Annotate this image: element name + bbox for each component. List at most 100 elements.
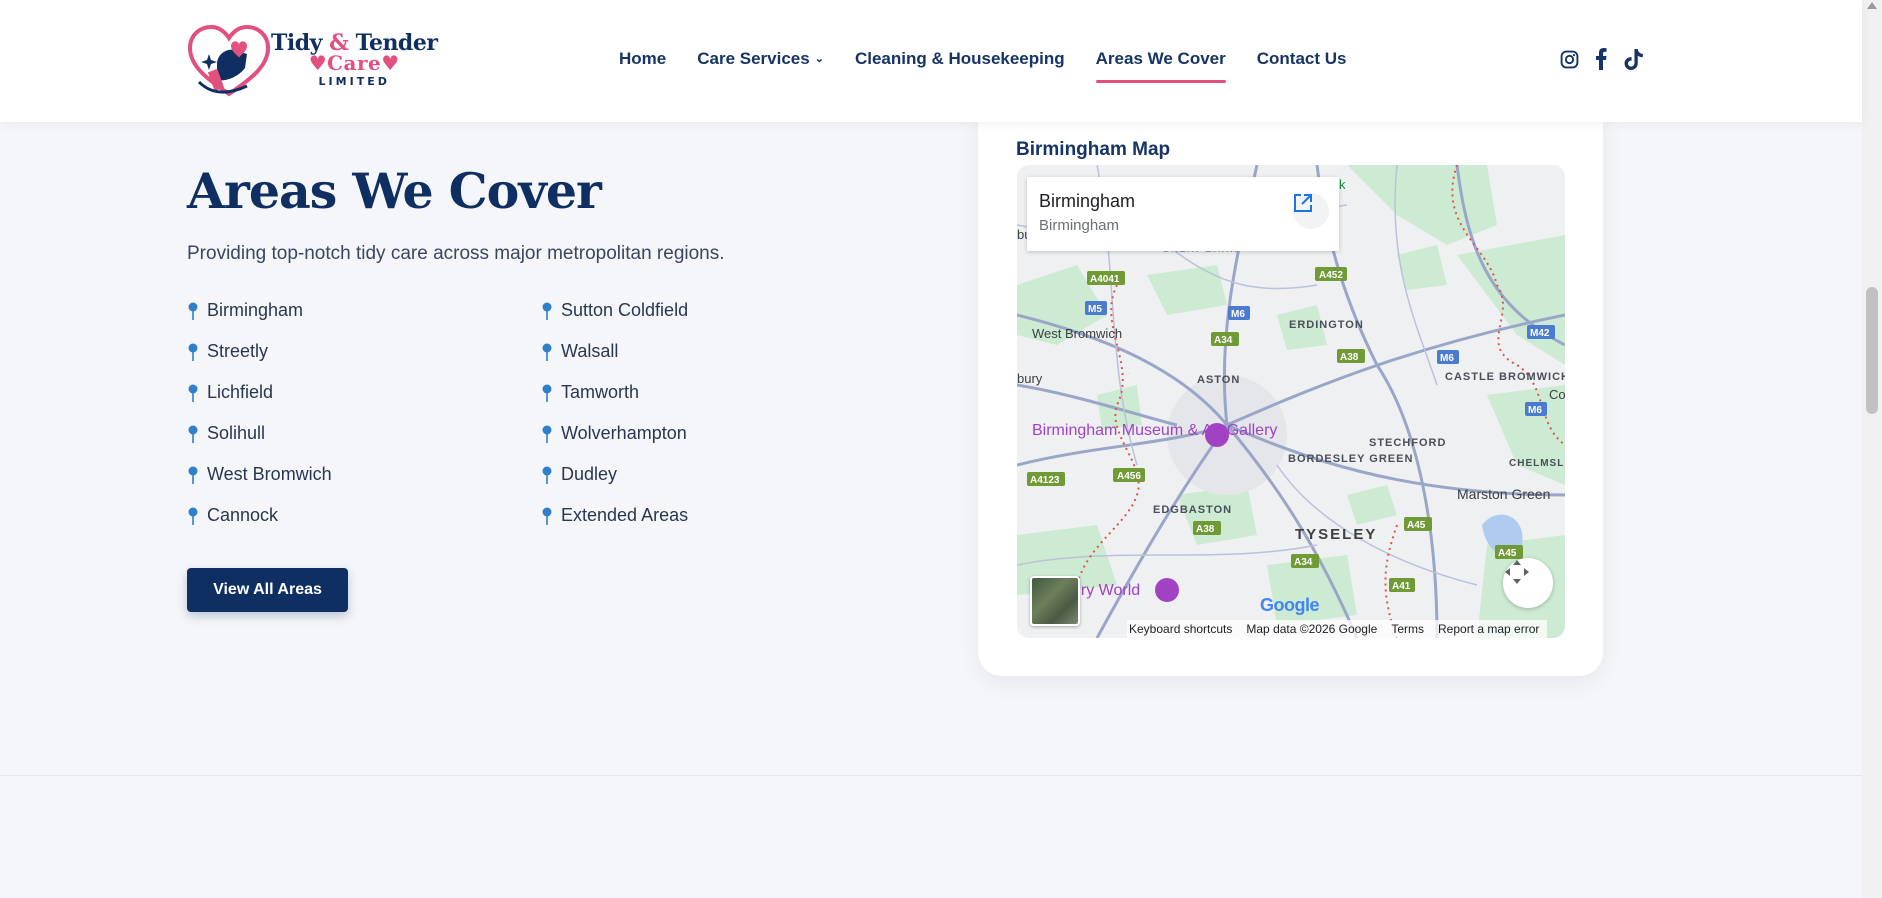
map-label-aston: ASTON [1197,374,1240,386]
section-divider [0,775,1862,776]
heart-hand-logo-icon [187,24,271,97]
map-place-card: Birmingham Birmingham [1027,177,1339,251]
chevron-down-icon: ⌄ [814,53,824,65]
area-item: West Bromwich [187,464,541,485]
area-name: West Bromwich [207,464,332,484]
map-label-marston: Marston Green [1457,486,1550,502]
road-m42: M42 [1530,328,1550,339]
map-label: Birmingham Map [1016,139,1171,160]
area-item: Wolverhampton [541,423,741,444]
area-name: Birmingham [207,300,304,320]
areas-list: Birmingham Sutton Coldfield Streetly Wal… [187,300,747,526]
place-subtitle: Birmingham [1039,217,1120,234]
map-pin-icon [542,466,552,484]
map-poi-museum: Birmingham Museum & Art Gallery [1032,422,1277,439]
brand-limited: LIMITED [318,75,390,88]
map-label-west-bromwich: West Bromwich [1032,326,1122,341]
area-item: Dudley [541,464,741,485]
road-a4123: A4123 [1030,475,1060,486]
main-nav: Home Care Services ⌄ Cleaning & Housekeep… [619,49,1347,83]
section-title: Areas We Cover [187,162,602,220]
area-name: Wolverhampton [561,423,687,443]
map-label-co: Co [1549,387,1565,402]
facebook-icon[interactable] [1590,48,1612,70]
area-item: Birmingham [187,300,541,321]
map-label-erdington: ERDINGTON [1289,319,1364,331]
map-pin-icon [188,425,198,443]
map-pin-icon [542,343,552,361]
road-a45a: A45 [1407,520,1426,531]
satellite-toggle[interactable] [1030,576,1080,626]
area-name: Cannock [207,505,279,525]
road-a456: A456 [1117,471,1141,482]
road-m5: M5 [1088,304,1102,315]
nav-care-services[interactable]: Care Services ⌄ [697,49,824,69]
map-pin-icon [188,343,198,361]
road-a34a: A34 [1214,335,1233,346]
google-logo-text: Google [1260,595,1320,615]
nav-areas-we-cover[interactable]: Areas We Cover [1095,49,1226,83]
area-item: Sutton Coldfield [541,300,741,321]
road-a38a: A38 [1340,352,1359,363]
map-pin-icon [188,507,198,525]
map-pin-icon [188,466,198,484]
area-item: Streetly [187,341,541,362]
section-subtitle: Providing top-notch tidy care across maj… [187,243,725,264]
road-a41: A41 [1392,581,1411,592]
road-m6a: M6 [1231,309,1245,320]
map-label-stechford: STECHFORD [1369,437,1446,449]
page-scrollbar[interactable] [1862,0,1882,898]
fullscreen-icon[interactable] [1503,558,1553,608]
nav-home[interactable]: Home [619,49,666,69]
map-label-k: k [1339,177,1346,192]
area-item: Tamworth [541,382,741,403]
nav-contact[interactable]: Contact Us [1257,49,1347,69]
road-a4041: A4041 [1090,274,1120,285]
area-name: Sutton Coldfield [561,300,689,320]
area-name: Streetly [207,341,269,361]
tiktok-icon[interactable] [1622,48,1644,70]
map-pin-icon [542,425,552,443]
area-item: Cannock [187,505,541,526]
map-label-castle-bromwich: CASTLE BROMWICH [1445,371,1565,383]
area-item: Extended Areas [541,505,741,526]
area-name: Tamworth [561,382,640,402]
open-in-maps-icon[interactable] [1293,193,1329,229]
map-pin-icon [188,384,198,402]
map-pin-icon [542,302,552,320]
instagram-icon[interactable] [1558,48,1580,70]
site-header: Tidy & Tender ♥Care♥ LIMITED Home Care S… [0,0,1862,122]
scrollbar-thumb[interactable] [1866,287,1878,414]
road-a452: A452 [1319,270,1343,281]
map-attribution: Keyboard shortcuts Map data ©2026 Google… [1127,620,1548,638]
view-all-areas-button[interactable]: View All Areas [187,568,348,612]
area-name: Solihull [207,423,266,443]
poi-marker-icon [1155,578,1179,602]
nav-care-services-label: Care Services [697,49,810,68]
map-poi-world: ury World [1072,582,1140,599]
road-a34b: A34 [1294,557,1313,568]
area-item: Walsall [541,341,741,362]
road-m6c: M6 [1528,405,1542,416]
brand-care-text: Care [327,51,382,75]
road-m6b: M6 [1440,353,1454,364]
terms-link[interactable]: Terms [1391,622,1424,636]
keyboard-shortcuts-link[interactable]: Keyboard shortcuts [1129,622,1232,636]
brand-logo[interactable]: Tidy & Tender ♥Care♥ LIMITED [187,24,438,99]
map-label-edgbaston: EDGBASTON [1153,504,1232,516]
scroll-up-arrow-icon[interactable] [1867,2,1877,9]
nav-cleaning[interactable]: Cleaning & Housekeeping [855,49,1065,69]
brand-wordmark: Tidy & Tender ♥Care♥ LIMITED [271,30,438,88]
place-name: Birmingham [1039,191,1136,211]
museum-marker-icon [1205,423,1229,447]
embedded-map[interactable]: ERDINGTON ASTON CASTLE BROMWICH STECHFOR… [1017,165,1565,638]
map-pin-icon [188,302,198,320]
map-pin-icon [542,507,552,525]
area-name: Lichfield [207,382,274,402]
area-name: Dudley [561,464,618,484]
map-label-chelmsley: CHELMSLEY WOOD [1509,458,1565,469]
area-name: Walsall [561,341,619,361]
map-data-text: Map data ©2026 Google [1246,622,1378,636]
report-map-error-link[interactable]: Report a map error [1438,622,1539,636]
map-label-bury: bury [1017,371,1043,386]
